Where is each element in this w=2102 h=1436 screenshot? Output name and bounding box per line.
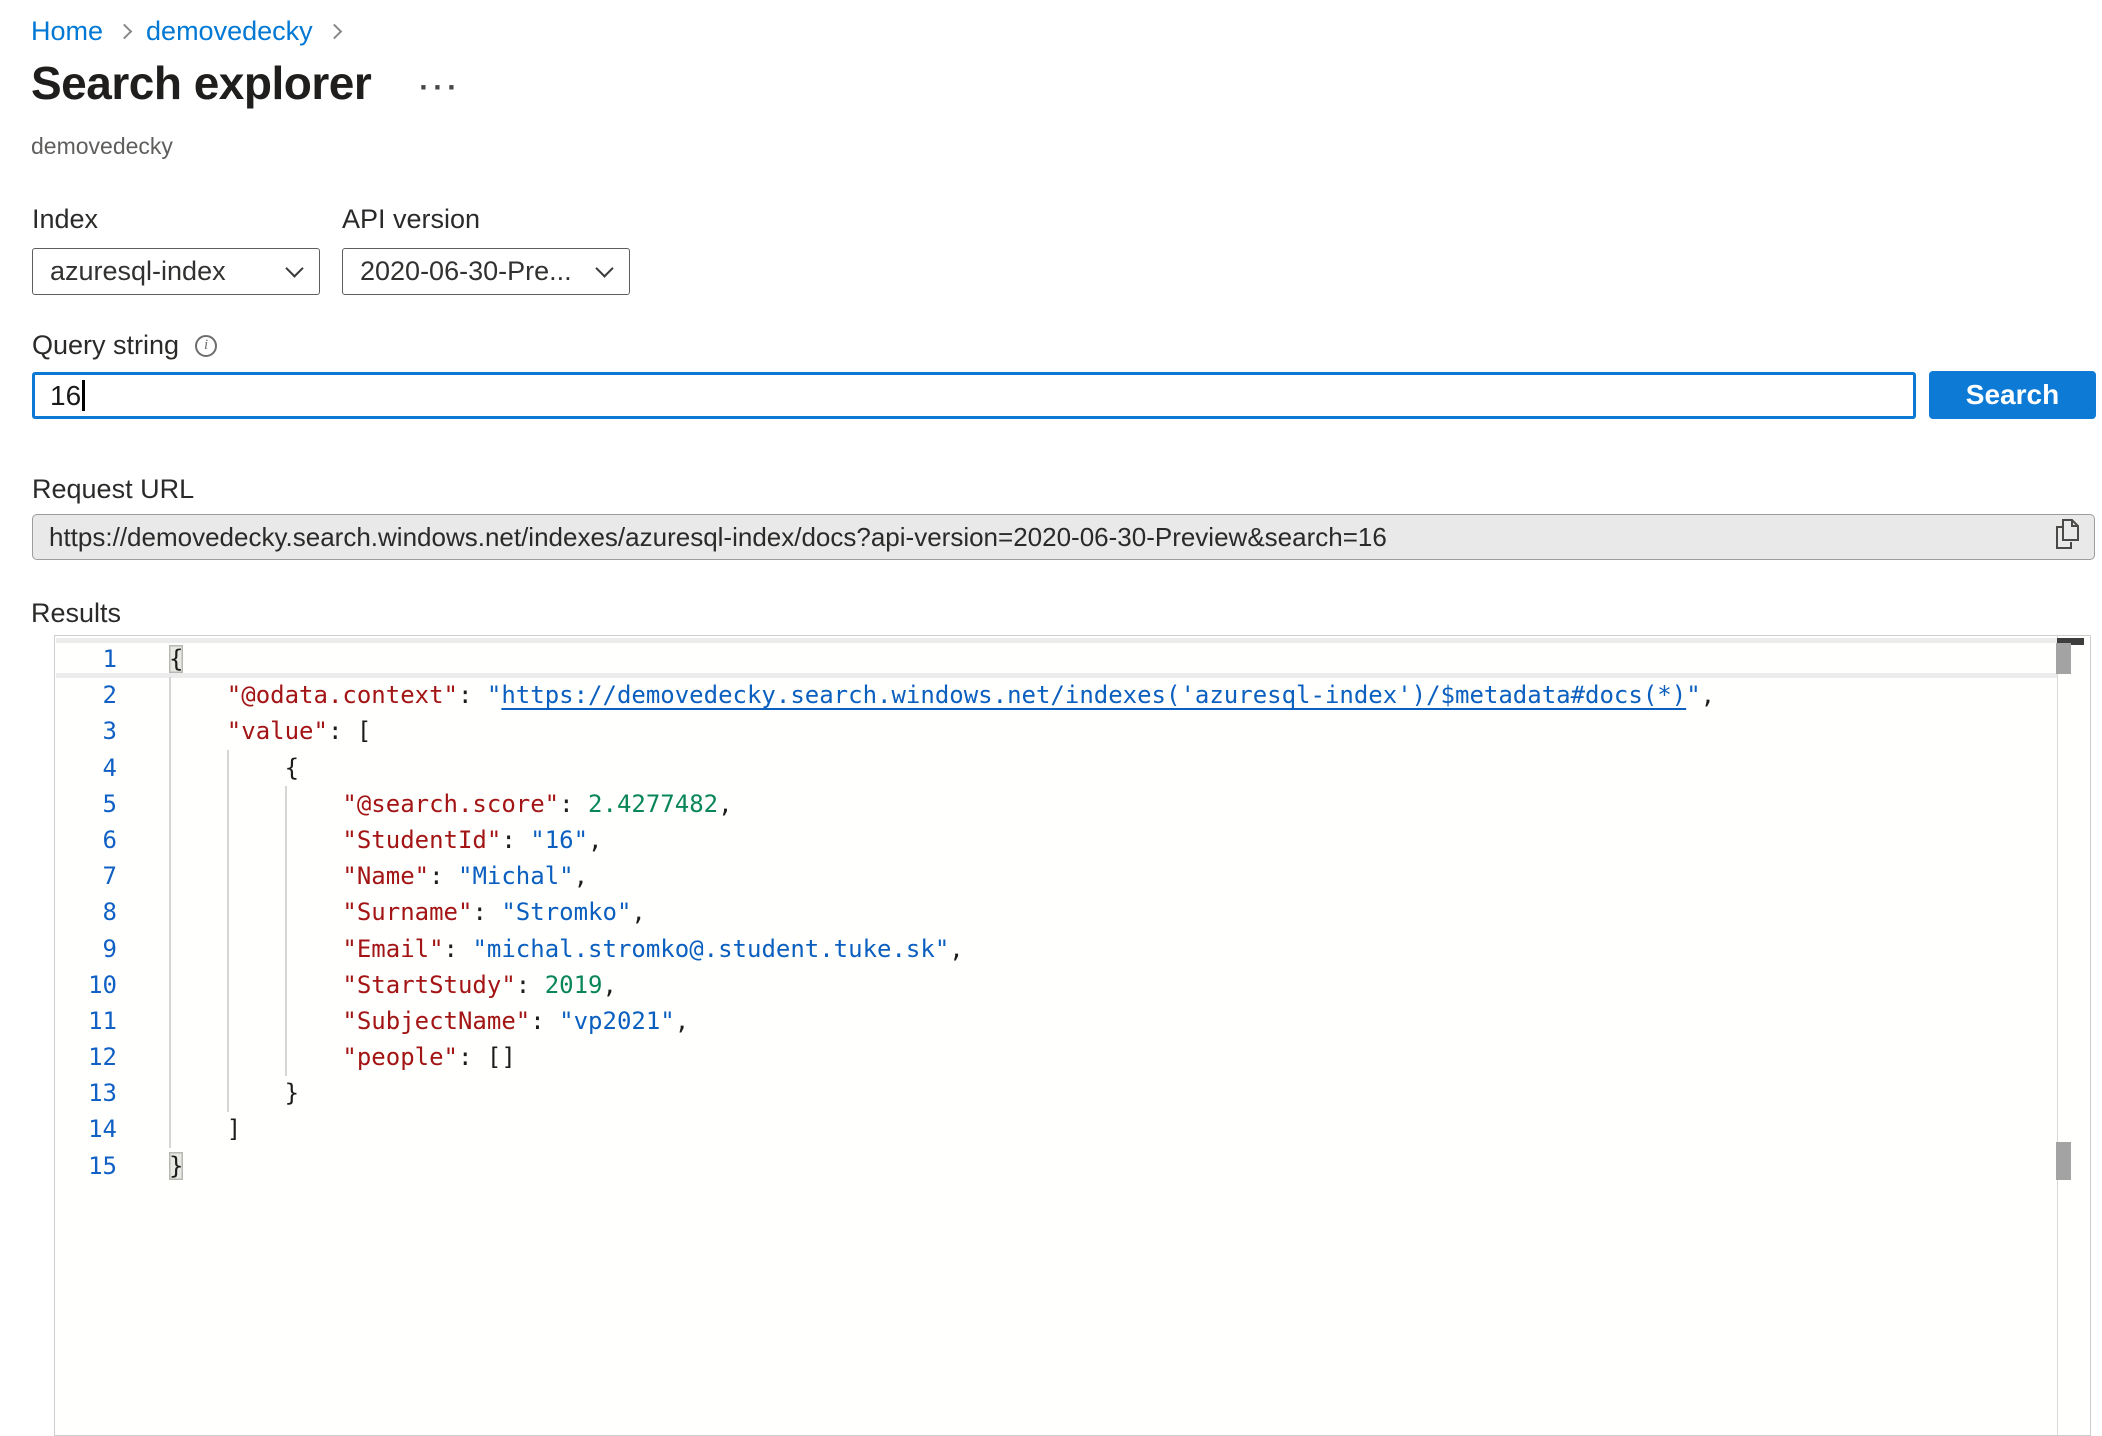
chevron-down-icon: [595, 259, 613, 277]
code-line: }: [169, 1075, 2056, 1111]
request-url-bar[interactable]: https://demovedecky.search.windows.net/i…: [32, 514, 2095, 560]
line-number: 2: [55, 677, 117, 713]
code-content: { "@odata.context": "https://demovedecky…: [169, 641, 2056, 1184]
info-icon[interactable]: i: [195, 335, 217, 357]
code-line: "Name": "Michal",: [169, 858, 2056, 894]
breadcrumb-demovedecky-link[interactable]: demovedecky: [146, 16, 313, 47]
results-label: Results: [31, 598, 121, 629]
code-line: {: [169, 750, 2056, 786]
code-line: "@odata.context": "https://demovedecky.s…: [169, 677, 2056, 713]
query-string-label: Query string: [32, 330, 179, 361]
code-line: }: [169, 1148, 2056, 1184]
search-explorer-page: Home demovedecky Search explorer ··· dem…: [0, 0, 2102, 1436]
copy-icon[interactable]: [2055, 519, 2080, 555]
scrollbar-thumb-top[interactable]: [2056, 643, 2071, 674]
breadcrumb-home-link[interactable]: Home: [31, 16, 103, 47]
code-line: "StudentId": "16",: [169, 822, 2056, 858]
text-cursor: [82, 380, 85, 411]
code-line: "Surname": "Stromko",: [169, 894, 2056, 930]
code-line: {: [169, 641, 2056, 677]
page-subtitle: demovedecky: [31, 133, 173, 160]
request-url-value: https://demovedecky.search.windows.net/i…: [49, 522, 2043, 553]
line-number: 10: [55, 967, 117, 1003]
api-version-dropdown-value: 2020-06-30-Pre...: [360, 256, 572, 287]
more-menu-icon[interactable]: ···: [419, 71, 461, 105]
results-editor[interactable]: 123456789101112131415 { "@odata.context"…: [54, 635, 2091, 1436]
search-button[interactable]: Search: [1929, 371, 2096, 419]
code-line: "people": []: [169, 1039, 2056, 1075]
code-line: "@search.score": 2.4277482,: [169, 786, 2056, 822]
index-dropdown[interactable]: azuresql-index: [32, 248, 320, 295]
line-number: 12: [55, 1039, 117, 1075]
line-number: 7: [55, 858, 117, 894]
page-header: Search explorer ···: [31, 56, 461, 110]
line-number: 9: [55, 931, 117, 967]
api-version-label: API version: [342, 204, 480, 235]
line-number: 13: [55, 1075, 117, 1111]
code-line: "StartStudy": 2019,: [169, 967, 2056, 1003]
line-number: 1: [55, 641, 117, 677]
code-line: "SubjectName": "vp2021",: [169, 1003, 2056, 1039]
chevron-down-icon: [285, 259, 303, 277]
line-number: 4: [55, 750, 117, 786]
index-dropdown-value: azuresql-index: [50, 256, 226, 287]
code-line: "value": [: [169, 713, 2056, 749]
line-number: 14: [55, 1111, 117, 1147]
query-string-value: 16: [50, 380, 81, 412]
code-gutter: 123456789101112131415: [55, 641, 117, 1184]
line-number: 6: [55, 822, 117, 858]
query-string-label-row: Query string i: [32, 330, 217, 361]
editor-scrollbar[interactable]: [2057, 636, 2085, 1435]
code-line: "Email": "michal.stromko@.student.tuke.s…: [169, 931, 2056, 967]
page-title: Search explorer: [31, 56, 371, 110]
code-line: ]: [169, 1111, 2056, 1147]
request-url-label: Request URL: [32, 474, 194, 505]
line-number: 11: [55, 1003, 117, 1039]
line-number: 5: [55, 786, 117, 822]
line-number: 15: [55, 1148, 117, 1184]
line-number: 3: [55, 713, 117, 749]
chevron-right-icon: [326, 24, 342, 40]
api-version-dropdown[interactable]: 2020-06-30-Pre...: [342, 248, 630, 295]
query-string-input[interactable]: 16: [32, 372, 1916, 419]
line-number: 8: [55, 894, 117, 930]
breadcrumb: Home demovedecky: [31, 16, 342, 47]
scrollbar-thumb-low[interactable]: [2056, 1142, 2071, 1180]
chevron-right-icon: [117, 24, 133, 40]
index-label: Index: [32, 204, 98, 235]
